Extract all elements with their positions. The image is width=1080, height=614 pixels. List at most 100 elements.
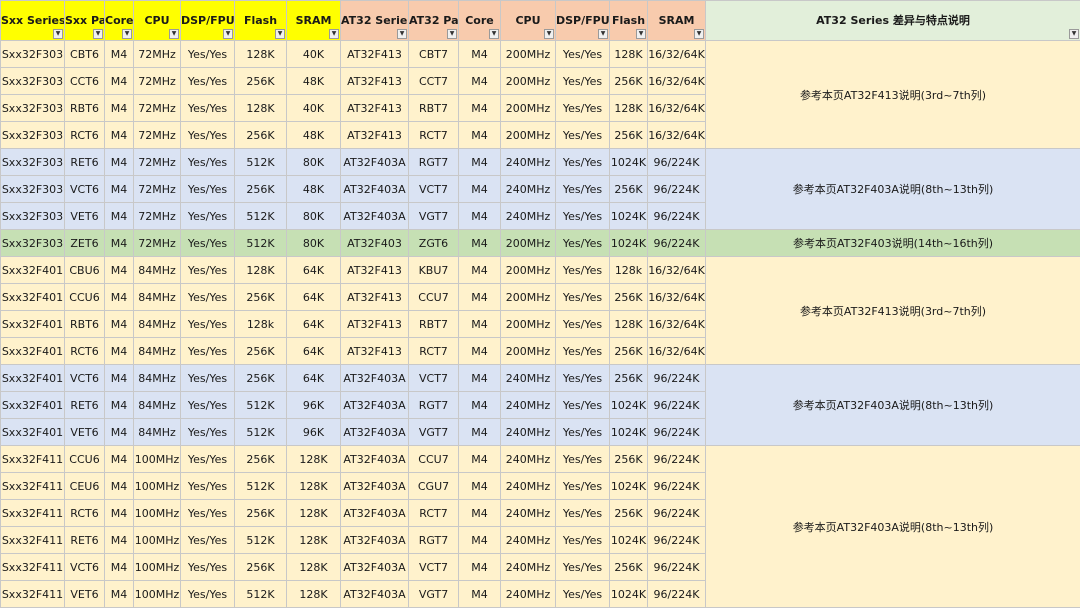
table-cell[interactable]: AT32F403A xyxy=(341,527,409,554)
table-cell[interactable]: M4 xyxy=(105,149,134,176)
table-cell[interactable]: AT32F403A xyxy=(341,554,409,581)
table-cell[interactable]: 128K xyxy=(610,95,648,122)
table-cell[interactable]: 96/224K xyxy=(648,581,706,608)
table-cell[interactable]: Sxx32F411 xyxy=(1,500,65,527)
table-cell[interactable]: M4 xyxy=(459,95,501,122)
table-cell[interactable]: VGT7 xyxy=(409,419,459,446)
table-cell[interactable]: 84MHz xyxy=(134,338,181,365)
table-cell[interactable]: 256K xyxy=(235,446,287,473)
table-cell[interactable]: Yes/Yes xyxy=(556,392,610,419)
table-cell[interactable]: Yes/Yes xyxy=(556,68,610,95)
filter-dropdown-icon[interactable]: ▼ xyxy=(694,29,704,39)
filter-dropdown-icon[interactable]: ▼ xyxy=(598,29,608,39)
table-cell[interactable]: 16/32/64K xyxy=(648,284,706,311)
table-cell[interactable]: 64K xyxy=(287,257,341,284)
table-cell[interactable]: Yes/Yes xyxy=(181,95,235,122)
table-cell[interactable]: 200MHz xyxy=(501,41,556,68)
table-cell[interactable]: 72MHz xyxy=(134,41,181,68)
table-cell[interactable]: KBU7 xyxy=(409,257,459,284)
table-cell[interactable]: 40K xyxy=(287,41,341,68)
table-cell[interactable]: RGT7 xyxy=(409,392,459,419)
note-cell[interactable]: 参考本页AT32F403A说明(8th~13th列) xyxy=(706,149,1080,230)
table-cell[interactable]: Yes/Yes xyxy=(181,41,235,68)
table-cell[interactable]: M4 xyxy=(105,365,134,392)
table-cell[interactable]: 72MHz xyxy=(134,176,181,203)
table-cell[interactable]: AT32F403A xyxy=(341,500,409,527)
table-cell[interactable]: 256K xyxy=(235,176,287,203)
table-cell[interactable]: 240MHz xyxy=(501,365,556,392)
table-cell[interactable]: Sxx32F401 xyxy=(1,311,65,338)
table-cell[interactable]: 1024K xyxy=(610,392,648,419)
table-cell[interactable]: 96/224K xyxy=(648,365,706,392)
table-cell[interactable]: 64K xyxy=(287,311,341,338)
table-cell[interactable]: 200MHz xyxy=(501,338,556,365)
table-cell[interactable]: Yes/Yes xyxy=(556,338,610,365)
table-cell[interactable]: RGT7 xyxy=(409,527,459,554)
table-cell[interactable]: 200MHz xyxy=(501,284,556,311)
table-cell[interactable]: 256K xyxy=(235,554,287,581)
table-cell[interactable]: Yes/Yes xyxy=(556,95,610,122)
table-cell[interactable]: 128k xyxy=(235,311,287,338)
table-cell[interactable]: 64K xyxy=(287,365,341,392)
table-cell[interactable]: 512K xyxy=(235,203,287,230)
table-cell[interactable]: M4 xyxy=(459,365,501,392)
table-cell[interactable]: 200MHz xyxy=(501,230,556,257)
table-cell[interactable]: 240MHz xyxy=(501,203,556,230)
table-cell[interactable]: 80K xyxy=(287,230,341,257)
table-cell[interactable]: Yes/Yes xyxy=(181,419,235,446)
table-cell[interactable]: AT32F403A xyxy=(341,581,409,608)
table-cell[interactable]: M4 xyxy=(459,203,501,230)
table-cell[interactable]: M4 xyxy=(459,554,501,581)
table-cell[interactable]: 128K xyxy=(610,311,648,338)
table-cell[interactable]: Yes/Yes xyxy=(556,527,610,554)
table-cell[interactable]: 96/224K xyxy=(648,527,706,554)
table-cell[interactable]: 48K xyxy=(287,68,341,95)
table-cell[interactable]: CCU6 xyxy=(65,446,105,473)
table-cell[interactable]: CGU7 xyxy=(409,473,459,500)
table-cell[interactable]: Yes/Yes xyxy=(556,446,610,473)
table-cell[interactable]: AT32F413 xyxy=(341,122,409,149)
table-cell[interactable]: 256K xyxy=(610,284,648,311)
table-cell[interactable]: Yes/Yes xyxy=(181,500,235,527)
table-cell[interactable]: 256K xyxy=(235,122,287,149)
note-cell[interactable]: 参考本页AT32F413说明(3rd~7th列) xyxy=(706,41,1080,149)
table-cell[interactable]: 128K xyxy=(287,527,341,554)
table-cell[interactable]: AT32F403A xyxy=(341,473,409,500)
table-cell[interactable]: M4 xyxy=(459,41,501,68)
table-cell[interactable]: CBT6 xyxy=(65,41,105,68)
table-cell[interactable]: Sxx32F411 xyxy=(1,527,65,554)
table-cell[interactable]: AT32F413 xyxy=(341,68,409,95)
table-cell[interactable]: Yes/Yes xyxy=(181,311,235,338)
table-cell[interactable]: RCT6 xyxy=(65,338,105,365)
filter-dropdown-icon[interactable]: ▼ xyxy=(122,29,132,39)
table-cell[interactable]: VCT6 xyxy=(65,365,105,392)
filter-dropdown-icon[interactable]: ▼ xyxy=(397,29,407,39)
table-cell[interactable]: M4 xyxy=(105,41,134,68)
table-cell[interactable]: 256K xyxy=(235,338,287,365)
table-cell[interactable]: 240MHz xyxy=(501,419,556,446)
table-cell[interactable]: 512K xyxy=(235,419,287,446)
table-cell[interactable]: Sxx32F303 xyxy=(1,122,65,149)
table-cell[interactable]: Sxx32F401 xyxy=(1,419,65,446)
table-cell[interactable]: 64K xyxy=(287,284,341,311)
table-cell[interactable]: 96/224K xyxy=(648,230,706,257)
table-cell[interactable]: 240MHz xyxy=(501,473,556,500)
table-cell[interactable]: 240MHz xyxy=(501,149,556,176)
table-cell[interactable]: 240MHz xyxy=(501,527,556,554)
table-cell[interactable]: VCT7 xyxy=(409,554,459,581)
table-cell[interactable]: Yes/Yes xyxy=(181,284,235,311)
table-cell[interactable]: 240MHz xyxy=(501,581,556,608)
table-cell[interactable]: 80K xyxy=(287,203,341,230)
table-cell[interactable]: Yes/Yes xyxy=(181,581,235,608)
table-cell[interactable]: M4 xyxy=(459,149,501,176)
table-cell[interactable]: 256K xyxy=(610,554,648,581)
table-cell[interactable]: 100MHz xyxy=(134,500,181,527)
table-cell[interactable]: Yes/Yes xyxy=(556,500,610,527)
table-cell[interactable]: M4 xyxy=(459,527,501,554)
table-cell[interactable]: AT32F413 xyxy=(341,311,409,338)
table-cell[interactable]: 72MHz xyxy=(134,95,181,122)
table-cell[interactable]: Yes/Yes xyxy=(181,176,235,203)
table-cell[interactable]: 256K xyxy=(235,500,287,527)
filter-dropdown-icon[interactable]: ▼ xyxy=(636,29,646,39)
table-cell[interactable]: M4 xyxy=(459,419,501,446)
